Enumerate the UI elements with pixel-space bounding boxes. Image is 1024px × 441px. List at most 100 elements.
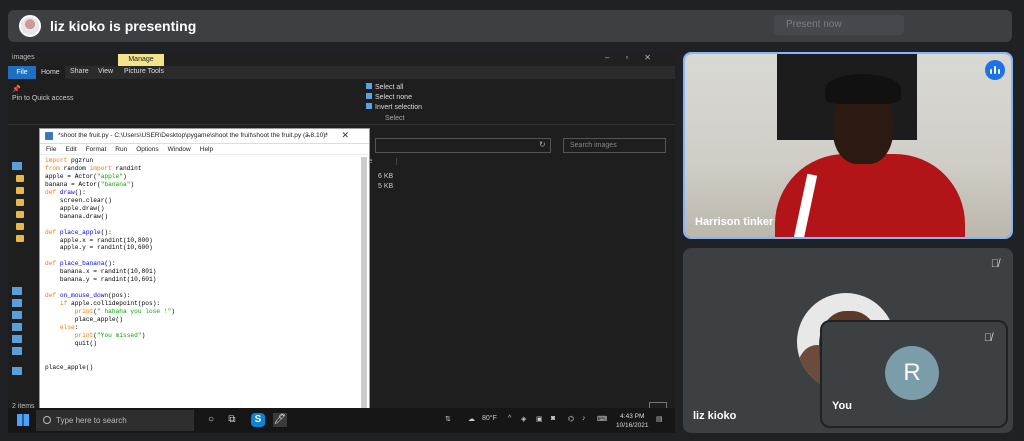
explorer-search-placeholder: Search images [570, 142, 617, 149]
invert-selection-button[interactable]: Invert selection [366, 103, 422, 113]
select-group: Select all Select none Invert selection [366, 83, 422, 113]
menu-window[interactable]: Window [168, 146, 191, 153]
refresh-icon[interactable]: ↻ [539, 140, 546, 149]
nav-item-icon [12, 311, 22, 319]
menu-edit[interactable]: Edit [65, 146, 76, 153]
menu-run[interactable]: Run [115, 146, 127, 153]
notifications-icon[interactable]: ▤ [656, 415, 663, 423]
presenter-text: liz kioko is presenting [50, 18, 197, 34]
idle-window-controls[interactable]: –▫✕ [305, 130, 363, 141]
invert-selection-label: Invert selection [375, 104, 423, 111]
pin-label: Pin to Quick access [12, 95, 74, 102]
camera-feed [685, 54, 1011, 237]
tab-share[interactable]: Share [70, 68, 89, 75]
tab-file[interactable]: File [8, 66, 36, 79]
code-editor[interactable]: import pgzrun from random import randint… [45, 157, 175, 372]
idle-menubar: File Edit Format Run Options Window Help [40, 144, 369, 155]
participant-name: liz kioko [693, 410, 737, 422]
shared-screen: images Manage –▫✕ File Home Share View P… [8, 52, 675, 433]
select-none-button[interactable]: Select none [366, 93, 422, 103]
presenter-banner: liz kioko is presenting Present now [8, 10, 1012, 42]
tray-app-icon[interactable]: ◈ [521, 415, 526, 423]
taskbar-search-placeholder: Type here to search [56, 416, 127, 425]
menu-file[interactable]: File [46, 146, 56, 153]
folder-icon [16, 211, 24, 218]
pin-quick-access[interactable]: 📌 Pin to Quick access [12, 85, 73, 103]
clock-date: 10/16/2021 [616, 422, 649, 429]
tab-picture-tools[interactable]: Picture Tools [124, 68, 164, 75]
folder-icon [16, 199, 24, 206]
idle-taskbar-icon[interactable]: 🖊 [273, 413, 287, 427]
network-icon[interactable]: ⌬ [568, 415, 574, 423]
explorer-titlebar: images Manage –▫✕ [8, 52, 675, 66]
folder-icon [16, 235, 24, 242]
windows-taskbar: Type here to search ○ ⧉ S 🖊 ⇅ ☁ 80°F ^ ◈… [8, 408, 675, 433]
idle-titlebar: *shoot the fruit.py - C:\Users\USER\Desk… [40, 129, 369, 144]
weather-text[interactable]: 80°F [482, 415, 497, 422]
nav-item-icon [12, 323, 22, 331]
person-hair [825, 74, 901, 104]
avatar: R [885, 346, 939, 400]
window-controls[interactable]: –▫✕ [605, 53, 667, 62]
select-none-icon [366, 93, 372, 99]
nav-item-icon [12, 367, 22, 375]
nav-item-icon [12, 335, 22, 343]
ghost-control-label: Present now [786, 19, 842, 30]
path-field[interactable] [375, 138, 551, 153]
tab-view[interactable]: View [98, 68, 113, 75]
select-none-label: Select none [375, 94, 412, 101]
language-icon[interactable]: ⌨ [597, 415, 607, 423]
ghost-control: Present now [774, 15, 904, 35]
python-icon [45, 132, 53, 140]
nav-item-icon [12, 299, 22, 307]
clock-time: 4:43 PM [620, 413, 645, 420]
select-all-button[interactable]: Select all [366, 83, 422, 93]
participant-tile-harrison[interactable]: Harrison tinker [683, 52, 1013, 239]
file-size-1: 6 KB [378, 173, 394, 180]
nav-pane [8, 157, 36, 402]
folder-icon [16, 187, 24, 194]
cortana-icon[interactable]: ○ [204, 413, 218, 427]
manage-tab[interactable]: Manage [118, 54, 164, 66]
taskbar-clock[interactable]: 4:43 PM 10/16/2021 [616, 412, 649, 430]
participant-name: You [832, 400, 852, 412]
menu-options[interactable]: Options [136, 146, 158, 153]
editor-scrollbar[interactable] [361, 157, 367, 432]
menu-help[interactable]: Help [200, 146, 213, 153]
select-group-label: Select [385, 115, 405, 122]
nav-item-icon [12, 347, 22, 355]
presenter-avatar [19, 15, 41, 37]
tray-chevron-icon[interactable]: ^ [508, 415, 511, 422]
ribbon: 📌 Pin to Quick access Select all Select n… [8, 79, 675, 125]
invert-selection-icon [366, 103, 372, 109]
taskbar-search[interactable]: Type here to search [36, 410, 194, 431]
skype-icon[interactable]: S [251, 413, 265, 427]
mic-off-icon: 🎙̸ [990, 258, 1000, 270]
self-view-tile[interactable]: R 🎙̸ You [822, 322, 1006, 426]
tray-app-icon[interactable]: ◙ [551, 415, 555, 422]
folder-icon [16, 223, 24, 230]
folder-icon [16, 175, 24, 182]
menu-format[interactable]: Format [86, 146, 107, 153]
explorer-title: images [12, 54, 35, 61]
nav-item-icon [12, 162, 22, 170]
select-all-icon [366, 83, 372, 89]
participant-name: Harrison tinker [695, 216, 774, 228]
explorer-search[interactable]: Search images [563, 138, 666, 153]
scroll-icon[interactable]: ⇅ [445, 415, 451, 423]
idle-title: *shoot the fruit.py - C:\Users\USER\Desk… [58, 132, 328, 139]
windows-start-icon[interactable] [17, 414, 29, 426]
task-view-icon[interactable]: ⧉ [225, 413, 239, 427]
ribbon-tabs: File Home Share View Picture Tools [8, 66, 675, 79]
volume-icon[interactable]: ♪ [582, 415, 586, 422]
select-all-label: Select all [375, 84, 404, 91]
search-icon [43, 416, 51, 424]
mic-off-icon: 🎙̸ [983, 332, 993, 344]
file-size-2: 5 KB [378, 183, 394, 190]
speaking-indicator-icon [985, 60, 1005, 80]
tab-home[interactable]: Home [36, 66, 65, 79]
weather-icon: ☁ [468, 416, 475, 423]
nav-item-icon [12, 287, 22, 295]
tray-app-icon[interactable]: ▣ [536, 415, 543, 423]
pin-icon: 📌 [12, 86, 21, 93]
